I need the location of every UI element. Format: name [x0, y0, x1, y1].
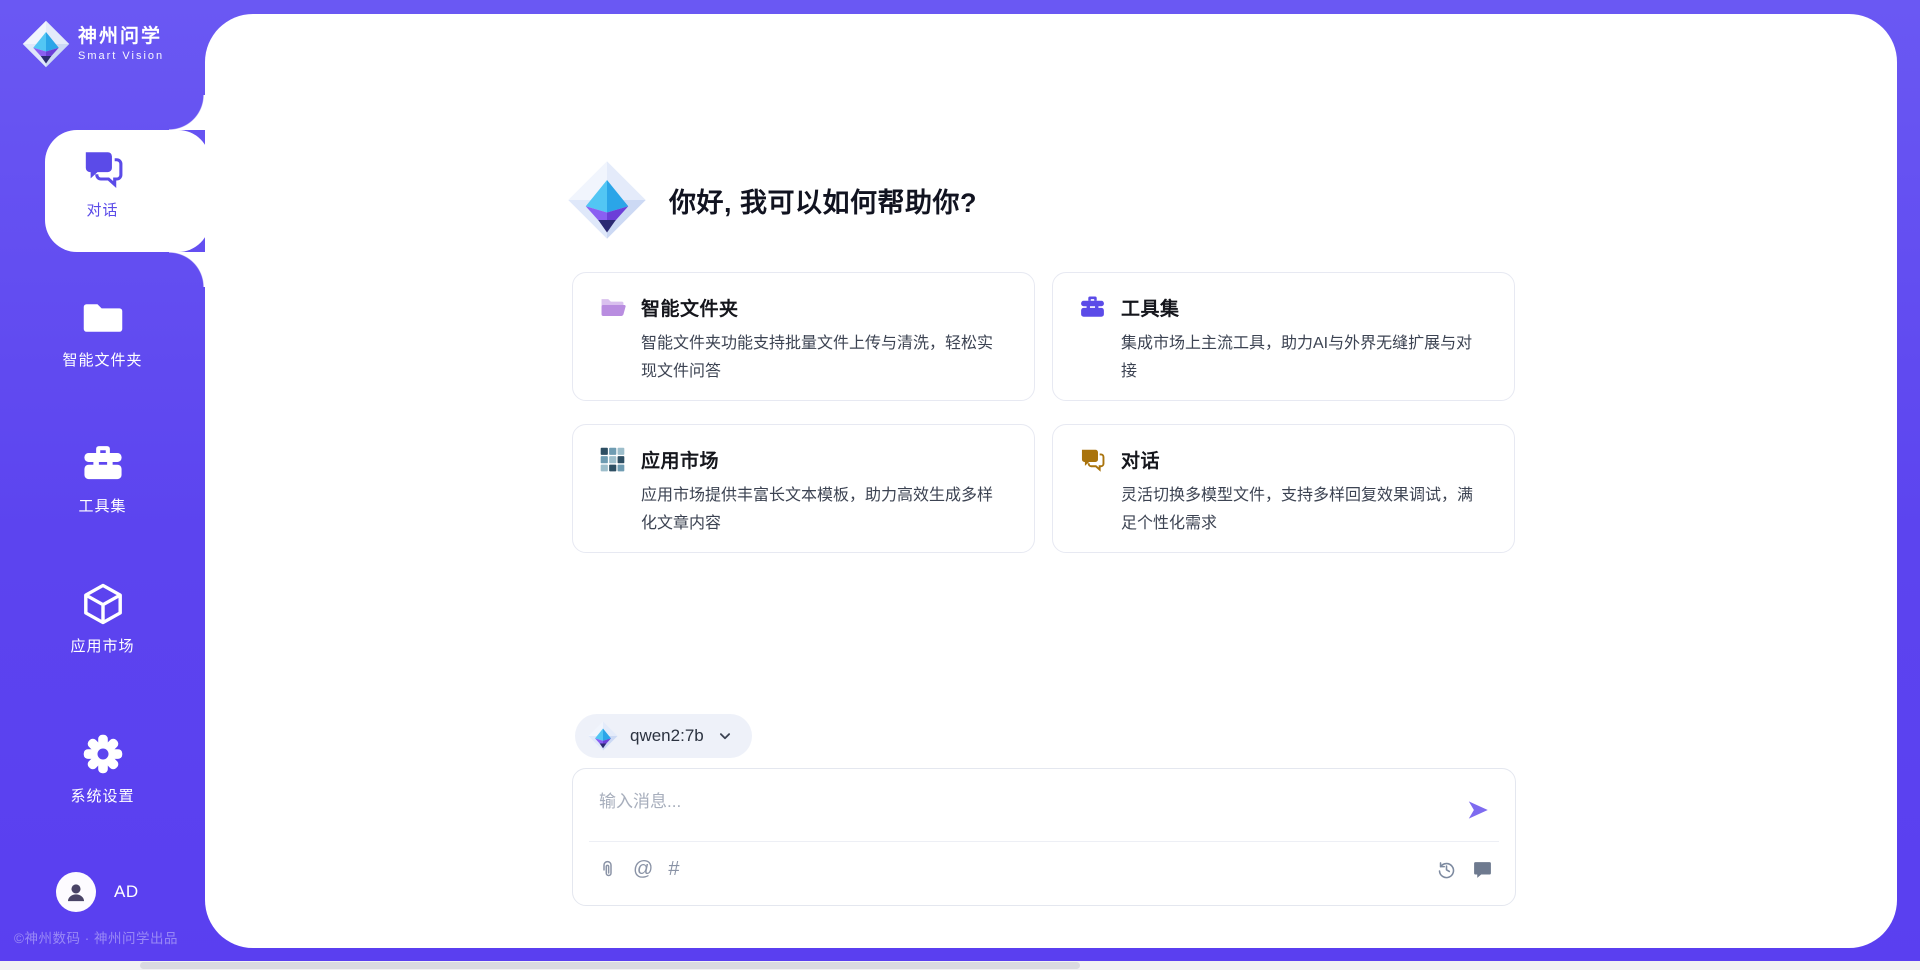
sidebar-item-label: 工具集 [0, 495, 205, 516]
feature-card-grid: 智能文件夹 智能文件夹功能支持批量文件上传与清洗，轻松实现文件问答 工具集 集成… [572, 272, 1516, 553]
card-description: 智能文件夹功能支持批量文件上传与清洗，轻松实现文件问答 [641, 330, 1008, 385]
card-title: 应用市场 [641, 446, 719, 473]
chat-bubble-icon [1472, 859, 1493, 880]
sidebar-item-smart-folder[interactable]: 智能文件夹 [0, 296, 205, 370]
user-profile[interactable]: AD [56, 872, 139, 912]
card-header: 对话 [1079, 446, 1488, 473]
folder-open-icon [599, 294, 626, 321]
composer-toolbar: @ # [597, 847, 679, 891]
history-icon [1436, 859, 1457, 880]
chat-bubbles-icon [1079, 446, 1106, 473]
sidebar-item-label: 对话 [0, 199, 205, 220]
user-icon [63, 879, 89, 905]
main-content-panel: 你好, 我可以如何帮助你? 智能文件夹 智能文件夹功能支持批量文件上传与清洗，轻… [205, 14, 1897, 948]
model-logo-icon [588, 721, 618, 751]
card-chat[interactable]: 对话 灵活切换多模型文件，支持多样回复效果调试，满足个性化需求 [1052, 424, 1515, 553]
cube-icon [0, 582, 205, 626]
greeting-logo-icon [567, 160, 647, 240]
model-name: qwen2:7b [630, 726, 704, 746]
brand-subtitle: Smart Vision [78, 50, 164, 62]
greeting-block: 你好, 我可以如何帮助你? [567, 160, 977, 240]
horizontal-scrollbar-track [0, 961, 1920, 970]
card-title: 工具集 [1121, 294, 1180, 321]
mention-button[interactable]: @ [633, 859, 653, 879]
chat-bubbles-icon [0, 146, 205, 190]
sidebar-item-app-market[interactable]: 应用市场 [0, 582, 205, 656]
brand-logo: 神州问学 Smart Vision [22, 20, 164, 68]
attach-file-button[interactable] [597, 859, 618, 880]
card-title: 对话 [1121, 446, 1160, 473]
card-app-market[interactable]: 应用市场 应用市场提供丰富长文本模板，助力高效生成多样化文章内容 [572, 424, 1035, 553]
card-header: 应用市场 [599, 446, 1008, 473]
composer-divider [589, 841, 1499, 842]
card-header: 工具集 [1079, 294, 1488, 321]
sidebar-item-toolset[interactable]: 工具集 [0, 442, 205, 516]
brand-diamond-icon [22, 20, 70, 68]
brand-text: 神州问学 Smart Vision [78, 26, 164, 62]
history-button[interactable] [1436, 859, 1457, 880]
card-description: 应用市场提供丰富长文本模板，助力高效生成多样化文章内容 [641, 482, 1008, 537]
card-title: 智能文件夹 [641, 294, 739, 321]
chevron-down-icon [716, 727, 734, 745]
card-description: 集成市场上主流工具，助力AI与外界无缝扩展与对接 [1121, 330, 1488, 385]
horizontal-scrollbar-thumb[interactable] [140, 962, 1080, 969]
hashtag-button[interactable]: # [668, 859, 679, 879]
sidebar-item-label: 智能文件夹 [0, 349, 205, 370]
copyright-text: ©神州数码 · 神州问学出品 [14, 927, 178, 947]
grid-icon [599, 446, 626, 473]
briefcase-icon [0, 442, 205, 486]
sidebar-item-chat[interactable]: 对话 [0, 146, 205, 220]
hashtag-icon: # [668, 859, 679, 879]
send-icon [1465, 797, 1491, 823]
sidebar-item-label: 应用市场 [0, 635, 205, 656]
user-initials: AD [114, 882, 139, 902]
card-header: 智能文件夹 [599, 294, 1008, 321]
quick-phrases-button[interactable] [1472, 859, 1493, 880]
send-button[interactable] [1465, 796, 1493, 824]
greeting-title: 你好, 我可以如何帮助你? [669, 181, 977, 220]
model-selector[interactable]: qwen2:7b [575, 714, 752, 758]
avatar [56, 872, 96, 912]
gear-icon [0, 732, 205, 776]
folder-icon [0, 296, 205, 340]
composer-right-toolbar [1436, 847, 1493, 891]
card-description: 灵活切换多模型文件，支持多样回复效果调试，满足个性化需求 [1121, 482, 1488, 537]
brand-name: 神州问学 [78, 26, 164, 48]
card-smart-folder[interactable]: 智能文件夹 智能文件夹功能支持批量文件上传与清洗，轻松实现文件问答 [572, 272, 1035, 401]
paperclip-icon [597, 859, 618, 880]
sidebar: 神州问学 Smart Vision 对话 智能文件夹 工具集 [0, 0, 205, 970]
message-input[interactable] [597, 785, 1431, 835]
card-toolset[interactable]: 工具集 集成市场上主流工具，助力AI与外界无缝扩展与对接 [1052, 272, 1515, 401]
briefcase-icon [1079, 294, 1106, 321]
mention-icon: @ [633, 859, 653, 879]
sidebar-item-settings[interactable]: 系统设置 [0, 732, 205, 806]
sidebar-item-label: 系统设置 [0, 785, 205, 806]
message-composer: @ # [572, 768, 1516, 906]
